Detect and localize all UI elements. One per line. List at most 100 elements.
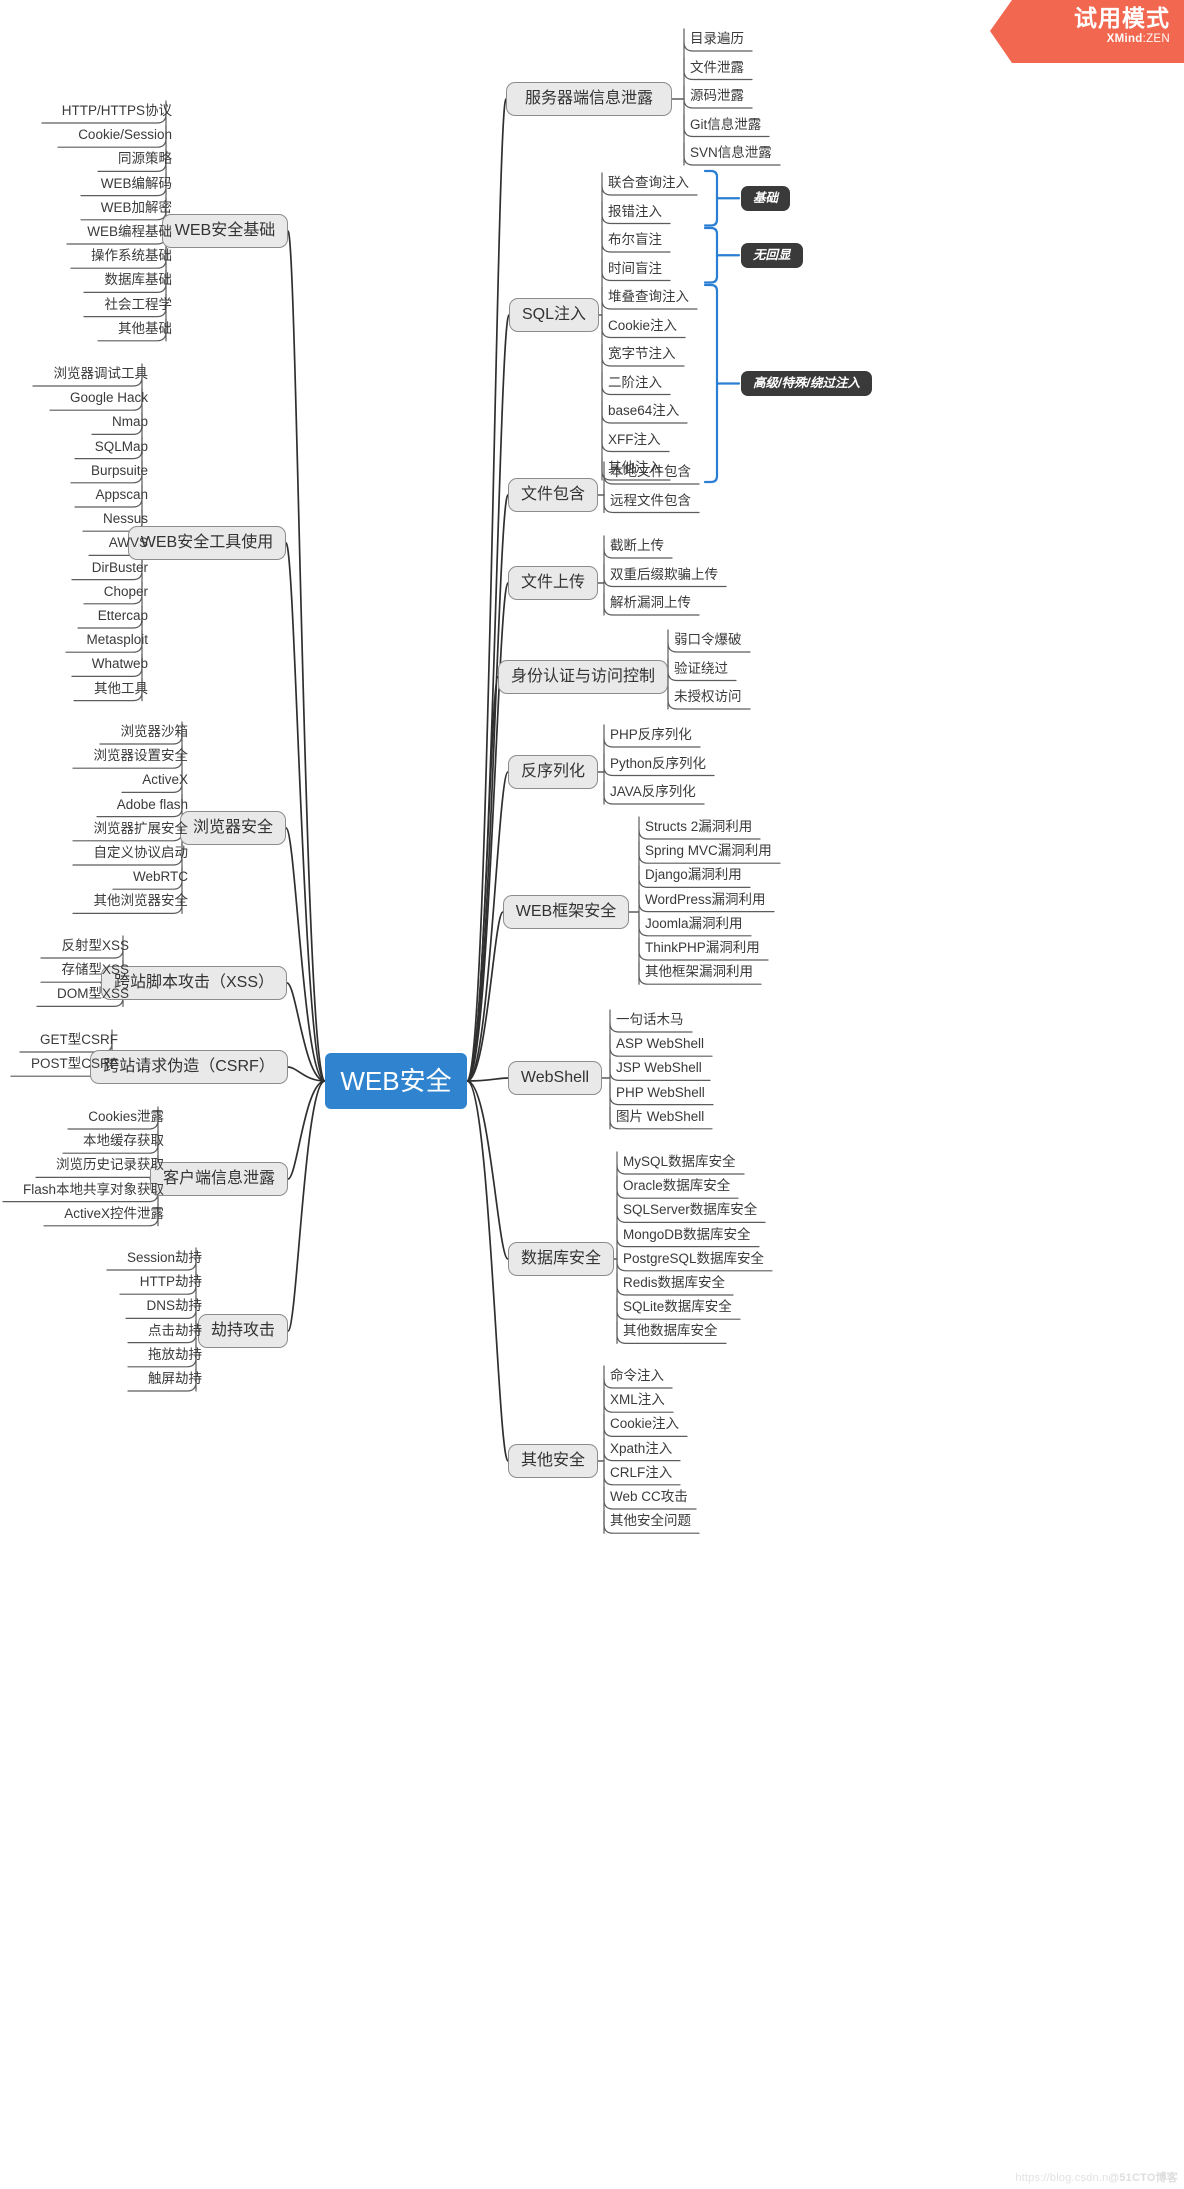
leaf-web-security-tools-2[interactable]: Nmap (102, 412, 148, 434)
leaf-file-upload-1[interactable]: 双重后缀欺骗上传 (610, 565, 728, 587)
topic-file-inclusion[interactable]: 文件包含 (508, 478, 598, 512)
leaf-deserialization-0[interactable]: PHP反序列化 (610, 725, 702, 747)
leaf-sql-injection-7[interactable]: 二阶注入 (608, 373, 672, 395)
leaf-web-security-tools-6[interactable]: Nessus (93, 509, 148, 531)
topic-deserialization[interactable]: 反序列化 (508, 755, 598, 789)
leaf-sql-injection-5[interactable]: Cookie注入 (608, 316, 687, 338)
leaf-other-security-5[interactable]: Web CC攻击 (610, 1487, 698, 1509)
leaf-csrf-1[interactable]: POST型CSRF (21, 1054, 118, 1076)
leaf-browser-security-6[interactable]: WebRTC (123, 867, 188, 889)
leaf-web-security-tools-3[interactable]: SQLMap (85, 437, 148, 459)
leaf-deserialization-2[interactable]: JAVA反序列化 (610, 782, 706, 804)
leaf-database-security-3[interactable]: MongoDB数据库安全 (623, 1225, 761, 1247)
leaf-server-info-leak-2[interactable]: 源码泄露 (690, 86, 754, 108)
topic-server-info-leak[interactable]: 服务器端信息泄露 (506, 82, 672, 116)
leaf-other-security-0[interactable]: 命令注入 (610, 1366, 674, 1388)
topic-web-security-tools[interactable]: WEB安全工具使用 (128, 526, 286, 560)
topic-web-framework-security[interactable]: WEB框架安全 (503, 895, 629, 929)
leaf-sql-injection-6[interactable]: 宽字节注入 (608, 344, 686, 366)
topic-web-security-basics[interactable]: WEB安全基础 (162, 214, 288, 248)
leaf-server-info-leak-1[interactable]: 文件泄露 (690, 58, 754, 80)
leaf-deserialization-1[interactable]: Python反序列化 (610, 754, 716, 776)
leaf-auth-access-control-0[interactable]: 弱口令爆破 (674, 630, 752, 652)
leaf-file-inclusion-1[interactable]: 远程文件包含 (610, 491, 701, 513)
leaf-server-info-leak-3[interactable]: Git信息泄露 (690, 115, 771, 137)
leaf-sql-injection-9[interactable]: XFF注入 (608, 430, 671, 452)
boundary-label-sql-injection-2[interactable]: 高级/特殊/绕过注入 (741, 371, 872, 396)
leaf-web-security-basics-4[interactable]: WEB加解密 (91, 198, 172, 220)
leaf-auth-access-control-1[interactable]: 验证绕过 (674, 659, 738, 681)
leaf-database-security-7[interactable]: 其他数据库安全 (623, 1321, 728, 1343)
leaf-csrf-0[interactable]: GET型CSRF (30, 1030, 118, 1052)
leaf-web-security-basics-2[interactable]: 同源策略 (108, 149, 172, 171)
topic-database-security[interactable]: 数据库安全 (508, 1242, 614, 1276)
leaf-browser-security-1[interactable]: 浏览器设置安全 (83, 746, 189, 768)
leaf-hijack-attack-3[interactable]: 点击劫持 (138, 1321, 202, 1343)
leaf-hijack-attack-0[interactable]: Session劫持 (117, 1248, 202, 1270)
topic-other-security[interactable]: 其他安全 (508, 1444, 598, 1478)
leaf-web-security-basics-7[interactable]: 数据库基础 (94, 270, 173, 292)
leaf-webshell-2[interactable]: JSP WebShell (616, 1058, 712, 1080)
topic-file-upload[interactable]: 文件上传 (508, 566, 598, 600)
leaf-other-security-1[interactable]: XML注入 (610, 1390, 675, 1412)
leaf-web-security-tools-10[interactable]: Ettercap (88, 606, 148, 628)
leaf-browser-security-7[interactable]: 其他浏览器安全 (83, 891, 189, 913)
leaf-server-info-leak-0[interactable]: 目录遍历 (690, 29, 754, 51)
topic-sql-injection[interactable]: SQL注入 (509, 298, 599, 332)
leaf-other-security-4[interactable]: CRLF注入 (610, 1463, 682, 1485)
boundary-label-sql-injection-1[interactable]: 无回显 (741, 242, 803, 268)
topic-webshell[interactable]: WebShell (508, 1061, 602, 1095)
leaf-xss-1[interactable]: 存储型XSS (51, 960, 129, 982)
topic-csrf[interactable]: 跨站请求伪造（CSRF） (90, 1050, 288, 1084)
leaf-web-security-tools-11[interactable]: Metasploit (76, 630, 148, 652)
leaf-web-security-tools-12[interactable]: Whatweb (82, 654, 148, 676)
leaf-webshell-0[interactable]: 一句话木马 (616, 1010, 694, 1032)
leaf-database-security-4[interactable]: PostgreSQL数据库安全 (623, 1249, 774, 1271)
leaf-web-framework-security-2[interactable]: Django漏洞利用 (645, 865, 752, 887)
leaf-file-inclusion-0[interactable]: 本地文件包含 (610, 462, 701, 484)
leaf-sql-injection-8[interactable]: base64注入 (608, 401, 689, 423)
leaf-hijack-attack-1[interactable]: HTTP劫持 (130, 1272, 202, 1294)
leaf-webshell-1[interactable]: ASP WebShell (616, 1034, 714, 1056)
leaf-web-framework-security-0[interactable]: Structs 2漏洞利用 (645, 817, 762, 839)
leaf-browser-security-4[interactable]: 浏览器扩展安全 (83, 819, 189, 841)
leaf-database-security-2[interactable]: SQLServer数据库安全 (623, 1200, 767, 1222)
leaf-web-security-basics-9[interactable]: 其他基础 (108, 319, 172, 341)
leaf-sql-injection-3[interactable]: 时间盲注 (608, 259, 672, 281)
leaf-client-info-leak-0[interactable]: Cookies泄露 (78, 1107, 164, 1129)
topic-browser-security[interactable]: 浏览器安全 (180, 811, 286, 845)
topic-hijack-attack[interactable]: 劫持攻击 (198, 1314, 288, 1348)
leaf-web-security-basics-3[interactable]: WEB编解码 (91, 174, 172, 196)
leaf-auth-access-control-2[interactable]: 未授权访问 (674, 687, 752, 709)
leaf-web-security-tools-8[interactable]: DirBuster (82, 558, 148, 580)
leaf-web-framework-security-4[interactable]: Joomla漏洞利用 (645, 914, 753, 936)
leaf-web-security-basics-0[interactable]: HTTP/HTTPS协议 (52, 101, 172, 123)
leaf-client-info-leak-3[interactable]: Flash本地共享对象获取 (13, 1180, 164, 1202)
leaf-client-info-leak-1[interactable]: 本地缓存获取 (73, 1131, 164, 1153)
leaf-xss-0[interactable]: 反射型XSS (51, 936, 129, 958)
topic-auth-access-control[interactable]: 身份认证与访问控制 (498, 660, 668, 694)
leaf-web-security-basics-8[interactable]: 社会工程学 (94, 295, 173, 317)
leaf-database-security-6[interactable]: SQLite数据库安全 (623, 1297, 742, 1319)
leaf-client-info-leak-2[interactable]: 浏览历史记录获取 (46, 1155, 164, 1177)
topic-client-info-leak[interactable]: 客户端信息泄露 (150, 1162, 288, 1196)
root-topic[interactable]: WEB安全 (325, 1053, 467, 1109)
leaf-database-security-1[interactable]: Oracle数据库安全 (623, 1176, 740, 1198)
leaf-other-security-6[interactable]: 其他安全问题 (610, 1511, 701, 1533)
leaf-database-security-0[interactable]: MySQL数据库安全 (623, 1152, 746, 1174)
leaf-hijack-attack-4[interactable]: 拖放劫持 (138, 1345, 202, 1367)
leaf-webshell-4[interactable]: 图片 WebShell (616, 1107, 714, 1129)
leaf-hijack-attack-2[interactable]: DNS劫持 (136, 1296, 202, 1318)
leaf-client-info-leak-4[interactable]: ActiveX控件泄露 (54, 1204, 164, 1226)
leaf-hijack-attack-5[interactable]: 触屏劫持 (138, 1369, 202, 1391)
leaf-browser-security-5[interactable]: 自定义协议启动 (83, 843, 189, 865)
leaf-other-security-2[interactable]: Cookie注入 (610, 1414, 689, 1436)
leaf-web-security-tools-7[interactable]: AWVS (99, 533, 148, 555)
leaf-browser-security-2[interactable]: ActiveX (132, 770, 188, 792)
leaf-web-framework-security-6[interactable]: 其他框架漏洞利用 (645, 962, 763, 984)
leaf-web-security-tools-5[interactable]: Appscan (85, 485, 148, 507)
leaf-sql-injection-0[interactable]: 联合查询注入 (608, 173, 699, 195)
leaf-browser-security-0[interactable]: 浏览器沙箱 (110, 722, 189, 744)
leaf-web-security-basics-1[interactable]: Cookie/Session (68, 125, 172, 147)
leaf-web-security-tools-13[interactable]: 其他工具 (84, 679, 148, 701)
